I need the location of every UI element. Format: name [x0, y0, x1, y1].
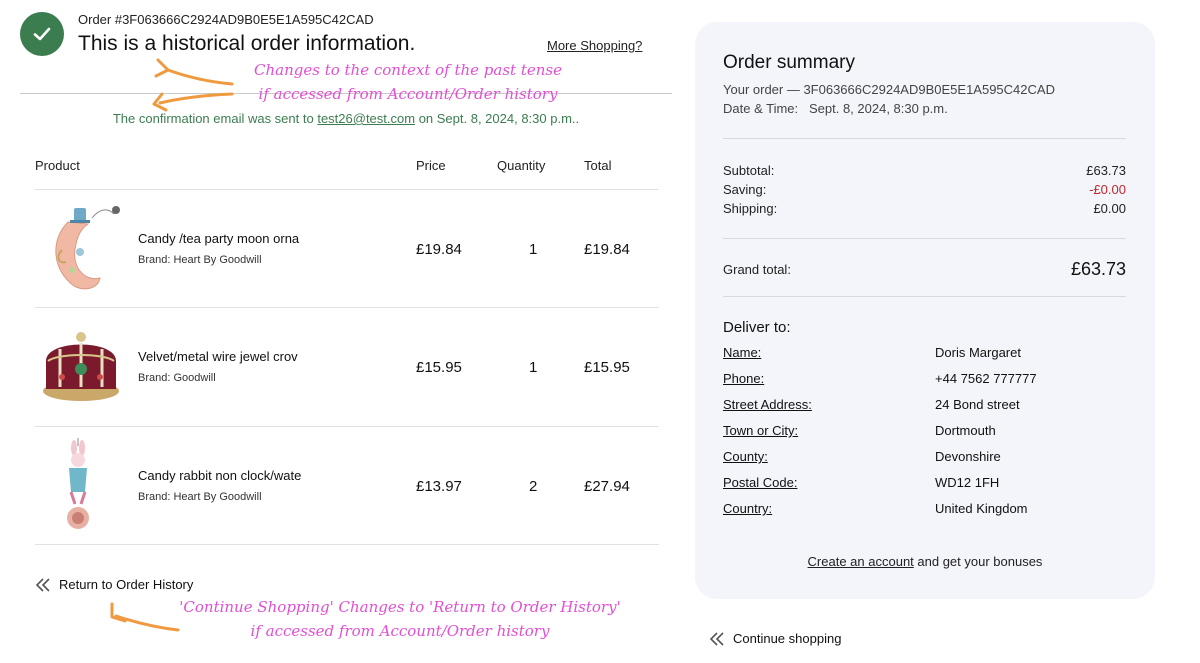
return-link-label: Return to Order History [59, 577, 194, 592]
delivery-label-postal-code: Postal Code: [723, 475, 798, 490]
product-thumbnail-rabbit-ornament[interactable] [38, 436, 124, 532]
product-thumbnail-moon-ornament[interactable] [38, 200, 124, 296]
confirmation-suffix: on Sept. 8, 2024, 8:30 p.m.. [415, 111, 580, 126]
delivery-label-town: Town or City: [723, 423, 799, 438]
column-header-quantity: Quantity [497, 158, 546, 173]
product-name[interactable]: Candy /tea party moon orna [138, 231, 304, 246]
delivery-value-phone: +44 7562 777777 [935, 371, 1037, 386]
double-chevron-left-icon [709, 631, 724, 646]
delivery-value-county: Devonshire [935, 449, 1001, 464]
brand-value: Heart By Goodwill [173, 254, 262, 266]
summary-divider [723, 138, 1126, 139]
more-shopping-link[interactable]: More Shopping? [547, 38, 642, 53]
quantity-cell: 2 [529, 478, 538, 495]
annotation-note-top-line1: Changes to the context of the past tense [254, 61, 562, 79]
product-brand: Brand: Heart By Goodwill [138, 254, 262, 266]
order-number: Order #3F063666C2924AD9B0E5E1A595C42CAD [78, 12, 374, 27]
summary-divider [723, 296, 1126, 297]
table-divider [35, 544, 659, 545]
page-title: This is a historical order information. [78, 32, 416, 55]
check-icon [33, 27, 51, 41]
table-divider [35, 426, 659, 427]
total-cell: £27.94 [584, 478, 630, 495]
annotation-note-bottom-line1: 'Continue Shopping' Changes to 'Return t… [179, 598, 621, 616]
shipping-value: £0.00 [1093, 201, 1126, 216]
confirmation-prefix: The confirmation email was sent to [112, 111, 318, 126]
summary-divider [723, 238, 1126, 239]
brand-label: Brand: [138, 491, 171, 503]
delivery-label-country: Country: [723, 501, 773, 516]
create-account-link[interactable]: Create an account [808, 554, 914, 569]
confirmation-email-link[interactable]: test26@test.com [317, 111, 415, 126]
saving-value: -£0.00 [1089, 182, 1126, 197]
total-cell: £19.84 [584, 241, 630, 258]
continue-shopping-label: Continue shopping [733, 631, 842, 646]
order-summary-card: Order summary Your order — 3F063666C2924… [695, 22, 1155, 599]
brand-value: Heart By Goodwill [173, 491, 262, 503]
grand-total-label: Grand total: [723, 262, 791, 277]
delivery-value-street: 24 Bond street [935, 397, 1020, 412]
column-header-total: Total [584, 158, 612, 173]
create-account-prompt: Create an account and get your bonuses [695, 554, 1155, 569]
grand-total-value: £63.73 [1070, 259, 1126, 279]
column-header-price: Price [416, 158, 446, 173]
delivery-label-phone: Phone: [723, 371, 765, 386]
delivery-value-country: United Kingdom [935, 501, 1028, 516]
product-brand: Brand: Heart By Goodwill [138, 491, 262, 503]
delivery-label-county: County: [723, 449, 768, 464]
saving-label: Saving: [723, 182, 767, 197]
delivery-value-postal-code: WD12 1FH [935, 475, 1000, 490]
delivery-label-street: Street Address: [723, 397, 812, 412]
price-cell: £15.95 [416, 359, 462, 376]
product-name[interactable]: Velvet/metal wire jewel crov [138, 349, 304, 364]
price-cell: £19.84 [416, 241, 462, 258]
annotation-arrow [154, 58, 234, 86]
product-thumbnail-jewel-crown[interactable] [38, 321, 124, 417]
summary-date-time: Date & Time: Sept. 8, 2024, 8:30 p.m. [723, 101, 948, 116]
summary-title: Order summary [723, 52, 855, 73]
brand-value: Goodwill [173, 372, 216, 384]
continue-shopping-link[interactable]: Continue shopping [709, 631, 841, 646]
shipping-label: Shipping: [723, 201, 778, 216]
price-cell: £13.97 [416, 478, 462, 495]
column-header-product: Product [35, 158, 80, 173]
subtotal-value: £63.73 [1086, 163, 1126, 178]
delivery-value-name: Doris Margaret [935, 345, 1021, 360]
product-name[interactable]: Candy rabbit non clock/wate [138, 468, 304, 483]
return-to-order-history-link[interactable]: Return to Order History [35, 577, 193, 592]
quantity-cell: 1 [529, 241, 538, 258]
delivery-value-town: Dortmouth [935, 423, 996, 438]
summary-order-ref: Your order — 3F063666C2924AD9B0E5E1A595C… [723, 82, 1055, 97]
deliver-to-heading: Deliver to: [723, 319, 791, 336]
total-cell: £15.95 [584, 359, 630, 376]
annotation-arrow [152, 92, 234, 112]
brand-label: Brand: [138, 372, 171, 384]
quantity-cell: 1 [529, 359, 538, 376]
brand-label: Brand: [138, 254, 171, 266]
success-check-badge [20, 12, 64, 56]
annotation-note-bottom-line2: if accessed from Account/Order history [250, 622, 550, 640]
create-account-suffix: and get your bonuses [913, 554, 1043, 569]
table-divider [35, 307, 659, 308]
delivery-label-name: Name: [723, 345, 762, 360]
confirmation-message: The confirmation email was sent to test2… [20, 111, 672, 126]
subtotal-label: Subtotal: [723, 163, 775, 178]
annotation-note-top-line2: if accessed from Account/Order history [258, 85, 558, 103]
product-brand: Brand: Goodwill [138, 372, 216, 384]
double-chevron-left-icon [35, 577, 50, 592]
table-divider [35, 189, 659, 190]
